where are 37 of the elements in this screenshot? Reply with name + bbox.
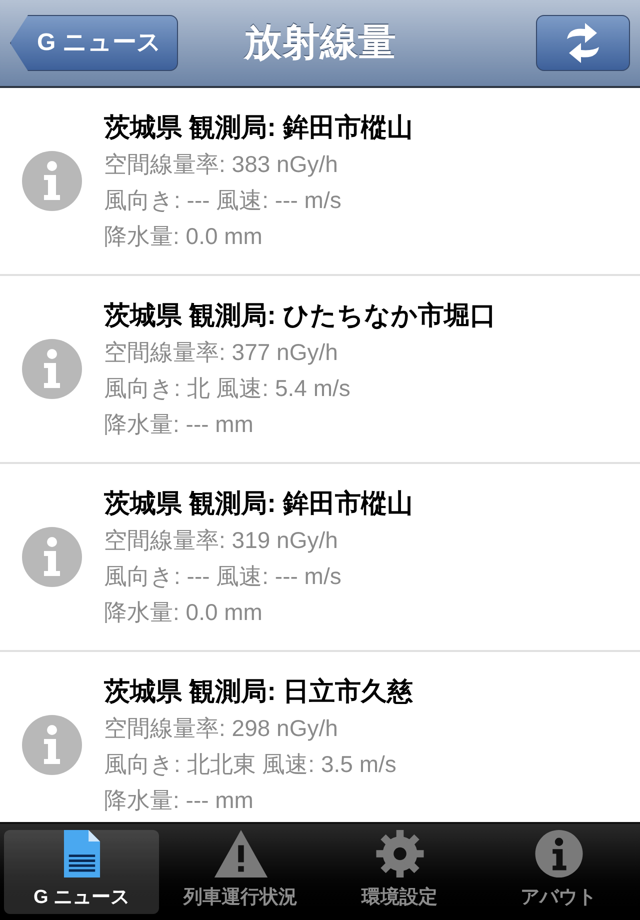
reading-text: 降水量: --- mm	[104, 410, 254, 439]
info-icon	[22, 715, 82, 775]
back-button[interactable]: G ニュース	[10, 15, 178, 71]
info-icon	[22, 151, 82, 211]
list-row[interactable]: 茨城県 観測局: 鉾田市樅山 空間線量率: 383 nGy/h 風向き: --- 風速: --- m/s 降水量: 0.0 mm	[0, 88, 640, 276]
reading-text: 降水量: 0.0 mm	[104, 598, 264, 627]
warning-icon	[212, 830, 268, 878]
reading-text: 風向き: 北北東 風速: 3.5 m/s	[104, 750, 398, 779]
refresh-button[interactable]	[536, 15, 630, 71]
reading-text: 空間線量率: 383 nGy/h	[104, 150, 339, 179]
tab-label: 列車運行状況	[184, 886, 298, 910]
tab-item[interactable]: G ニュース	[4, 830, 159, 914]
tab-item[interactable]: 列車運行状況	[163, 830, 318, 914]
tab-label: 環境設定	[362, 886, 438, 910]
station-title: 茨城県 観測局: ひたちなか市堀口	[104, 299, 496, 332]
info-icon	[532, 830, 584, 878]
info-icon	[22, 527, 82, 587]
tab-item[interactable]: アバウト	[481, 830, 636, 914]
tab-label: G ニュース	[33, 886, 130, 910]
reading-text: 空間線量率: 377 nGy/h	[104, 338, 339, 367]
reading-text: 風向き: 北 風速: 5.4 m/s	[104, 374, 352, 403]
tab-item[interactable]: 環境設定	[322, 830, 477, 914]
reading-text: 空間線量率: 298 nGy/h	[104, 714, 339, 743]
reading-text: 風向き: --- 風速: --- m/s	[104, 562, 342, 591]
station-title: 茨城県 観測局: 日立市久慈	[104, 675, 414, 708]
reading-text: 風向き: --- 風速: --- m/s	[104, 186, 342, 215]
tab-label: アバウト	[520, 886, 596, 910]
reading-text: 降水量: --- mm	[104, 786, 254, 815]
station-title: 茨城県 観測局: 鉾田市樅山	[104, 487, 414, 520]
screen-title: 放射線量	[244, 20, 396, 66]
station-title: 茨城県 観測局: 鉾田市樅山	[104, 111, 414, 144]
reading-text: 降水量: 0.0 mm	[104, 222, 264, 251]
info-icon	[22, 339, 82, 399]
reading-text: 空間線量率: 319 nGy/h	[104, 526, 339, 555]
list-row[interactable]: 茨城県 観測局: 鉾田市樅山 空間線量率: 319 nGy/h 風向き: --- 風速: --- m/s 降水量: 0.0 mm	[0, 464, 640, 652]
list-row[interactable]: 茨城県 観測局: ひたちなか市堀口 空間線量率: 377 nGy/h 風向き: 北 風速: 5.4 m/s 降水量: --- mm	[0, 276, 640, 464]
gear-icon	[374, 830, 426, 878]
